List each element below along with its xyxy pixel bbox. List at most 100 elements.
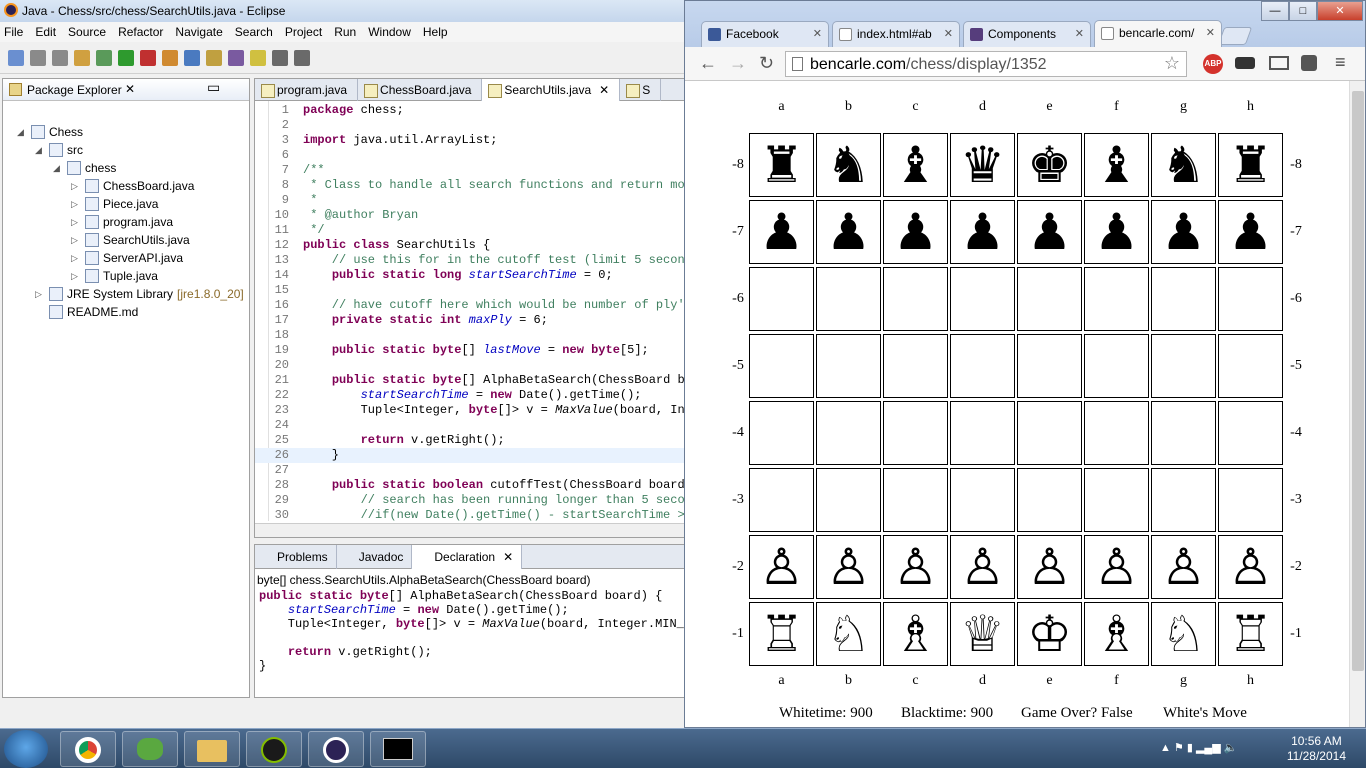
close-icon[interactable]: ✕ [944, 27, 953, 40]
board-square[interactable]: ♙ [950, 535, 1015, 599]
board-square[interactable]: ♕ [950, 602, 1015, 666]
close-icon[interactable]: ✕ [599, 83, 609, 97]
browser-tab[interactable]: Facebook ✕ [701, 21, 829, 47]
editor-tab[interactable]: program.java [255, 79, 359, 101]
expand-arrow-icon[interactable]: ◢ [35, 145, 45, 156]
expand-arrow-icon[interactable]: ▷ [71, 235, 81, 246]
board-square[interactable] [749, 401, 814, 465]
board-square[interactable] [1218, 401, 1283, 465]
board-square[interactable]: ♙ [1084, 535, 1149, 599]
board-square[interactable] [816, 334, 881, 398]
board-square[interactable] [883, 401, 948, 465]
board-square[interactable]: ♟ [950, 200, 1015, 264]
board-square[interactable] [1218, 267, 1283, 331]
board-square[interactable]: ♚ [1017, 133, 1082, 197]
board-square[interactable] [1084, 267, 1149, 331]
editor-tab[interactable]: ChessBoard.java [358, 79, 483, 101]
toolbar-icon-3[interactable] [74, 49, 90, 66]
board-square[interactable]: ♟ [1017, 200, 1082, 264]
toolbar-icon-6[interactable] [140, 49, 156, 66]
browser-tab[interactable]: index.html#ab ✕ [832, 21, 960, 47]
code-area[interactable]: 1 package chess; 2 3 import java.util.ArrayL… [255, 103, 689, 523]
menu-edit[interactable]: Edit [35, 25, 56, 39]
board-square[interactable]: ♖ [749, 602, 814, 666]
board-square[interactable]: ♔ [1017, 602, 1082, 666]
explorer-taskbar-icon[interactable] [184, 731, 240, 767]
board-square[interactable]: ♞ [1151, 133, 1216, 197]
board-square[interactable] [1151, 468, 1216, 532]
board-square[interactable] [950, 267, 1015, 331]
minimize-icon[interactable]: ▭ [207, 79, 220, 96]
board-square[interactable] [816, 468, 881, 532]
board-square[interactable] [1084, 468, 1149, 532]
toolbar-icon-13[interactable] [294, 49, 310, 66]
menu-navigate[interactable]: Navigate [175, 25, 222, 39]
menu-search[interactable]: Search [235, 25, 273, 39]
board-square[interactable]: ♗ [883, 602, 948, 666]
expand-arrow-icon[interactable]: ◢ [17, 127, 27, 138]
board-square[interactable]: ♞ [816, 133, 881, 197]
board-square[interactable] [749, 334, 814, 398]
tree-item[interactable]: ▷ SearchUtils.java [71, 231, 190, 249]
board-square[interactable] [883, 334, 948, 398]
close-icon[interactable]: ✕ [1075, 27, 1084, 40]
maximize-button[interactable]: □ [1289, 1, 1317, 21]
close-icon[interactable]: ✕ [503, 550, 513, 564]
star-icon[interactable]: ☆ [1164, 53, 1180, 74]
menu-icon[interactable]: ≡ [1335, 52, 1346, 73]
board-square[interactable] [1084, 334, 1149, 398]
back-icon[interactable]: ← [699, 53, 717, 74]
board-square[interactable]: ♟ [749, 200, 814, 264]
board-square[interactable]: ♙ [749, 535, 814, 599]
tree-item[interactable]: ◢ src [35, 141, 83, 159]
board-square[interactable] [950, 334, 1015, 398]
toolbar-icon-1[interactable] [30, 49, 46, 66]
board-square[interactable] [950, 401, 1015, 465]
menu-source[interactable]: Source [68, 25, 106, 39]
expand-arrow-icon[interactable]: ▷ [71, 271, 81, 282]
board-square[interactable] [883, 267, 948, 331]
board-square[interactable] [883, 468, 948, 532]
toolbar-icon-4[interactable] [96, 49, 112, 66]
board-square[interactable] [1017, 267, 1082, 331]
menu-project[interactable]: Project [285, 25, 322, 39]
menu-help[interactable]: Help [423, 25, 448, 39]
spotify-taskbar-icon[interactable] [246, 731, 302, 767]
menu-run[interactable]: Run [334, 25, 356, 39]
forward-icon[interactable]: → [729, 53, 747, 74]
board-square[interactable] [1218, 468, 1283, 532]
browser-tab[interactable]: bencarle.com/ ✕ [1094, 20, 1222, 48]
expand-arrow-icon[interactable]: ▷ [71, 217, 81, 228]
board-square[interactable] [1017, 468, 1082, 532]
frog-taskbar-icon[interactable] [122, 731, 178, 767]
board-square[interactable] [1084, 401, 1149, 465]
toolbar-icon-12[interactable] [272, 49, 288, 66]
board-square[interactable]: ♙ [1017, 535, 1082, 599]
toolbar-icon-2[interactable] [52, 49, 68, 66]
editor-hscrollbar[interactable] [255, 523, 689, 537]
board-square[interactable]: ♖ [1218, 602, 1283, 666]
board-square[interactable]: ♘ [816, 602, 881, 666]
minimize-button[interactable]: — [1261, 1, 1289, 21]
toolbar-icon-9[interactable] [206, 49, 222, 66]
toolbar-icon-0[interactable] [8, 49, 24, 66]
mask-icon[interactable] [1235, 57, 1255, 69]
scroll-thumb[interactable] [1352, 91, 1364, 671]
start-button[interactable] [4, 730, 48, 768]
board-square[interactable] [1017, 334, 1082, 398]
bottom-tab-declaration[interactable]: Declaration ✕ [412, 545, 523, 569]
new-tab-button[interactable] [1217, 27, 1253, 45]
toolbar-icon-5[interactable] [118, 49, 134, 66]
editor-tab[interactable]: S [620, 79, 662, 101]
bottom-tab-javadoc[interactable]: Javadoc [337, 545, 413, 569]
board-square[interactable]: ♟ [816, 200, 881, 264]
tree-item[interactable]: ◢ chess [53, 159, 116, 177]
toolbar-icon-11[interactable] [250, 49, 266, 66]
expand-arrow-icon[interactable]: ▷ [35, 289, 45, 300]
board-square[interactable] [1218, 334, 1283, 398]
board-square[interactable] [749, 468, 814, 532]
board-square[interactable]: ♟ [1151, 200, 1216, 264]
board-square[interactable]: ♟ [883, 200, 948, 264]
board-square[interactable]: ♘ [1151, 602, 1216, 666]
menu-window[interactable]: Window [368, 25, 411, 39]
